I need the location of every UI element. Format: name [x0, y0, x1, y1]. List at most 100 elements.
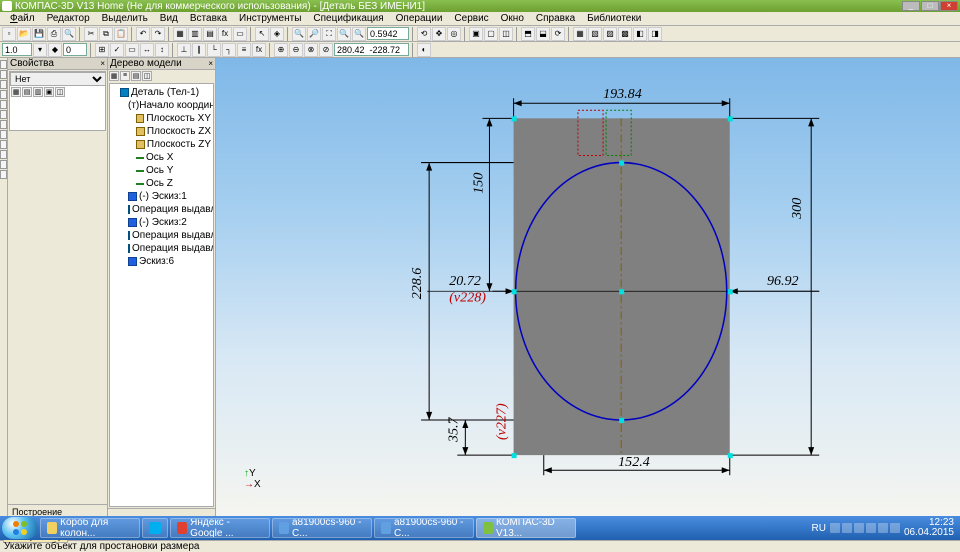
wire-icon[interactable]: ▢	[484, 27, 498, 41]
tb-c[interactable]: ▤	[203, 27, 217, 41]
tree-item-5[interactable]: Эскиз:6	[112, 255, 211, 268]
tray-icon-2[interactable]	[842, 523, 852, 533]
zoom-in-icon[interactable]: 🔍	[292, 27, 306, 41]
menu-service[interactable]: Сервис	[448, 13, 494, 24]
paste-icon[interactable]: 📋	[114, 27, 128, 41]
tray-icon-3[interactable]	[854, 523, 864, 533]
tree-axis-x[interactable]: Ось X	[112, 151, 211, 164]
tb-l[interactable]: ▩	[618, 27, 632, 41]
lang-indicator[interactable]: RU	[811, 523, 825, 534]
preview-icon[interactable]: 🔍	[62, 27, 76, 41]
vtool-2[interactable]	[0, 70, 7, 79]
zoom-out-icon[interactable]: 🔎	[307, 27, 321, 41]
tb-g[interactable]: ⬒	[521, 27, 535, 41]
redo-icon[interactable]: ↷	[151, 27, 165, 41]
tb2-k[interactable]: ┐	[222, 43, 236, 57]
tree-tb-4[interactable]: ◫	[142, 71, 152, 81]
tb-n[interactable]: ◨	[648, 27, 662, 41]
task-kompas[interactable]: КОМПАС-3D V13...	[476, 518, 576, 538]
menu-tools[interactable]: Инструменты	[233, 13, 307, 24]
tb2-c[interactable]: ⊞	[95, 43, 109, 57]
pan-icon[interactable]: ✥	[432, 27, 446, 41]
tb2-q[interactable]: ⊘	[319, 43, 333, 57]
tree-close-icon[interactable]: ×	[208, 59, 213, 68]
tree-item-2[interactable]: (-) Эскиз:2	[112, 216, 211, 229]
tb2-b[interactable]: ◆	[48, 43, 62, 57]
cut-icon[interactable]: ✂	[84, 27, 98, 41]
vtool-10[interactable]	[0, 150, 7, 159]
vtool-12[interactable]	[0, 170, 7, 179]
tb2-m[interactable]: fx	[252, 43, 266, 57]
copy-icon[interactable]: ⧉	[99, 27, 113, 41]
prop-icon-5[interactable]: ◫	[55, 87, 65, 97]
tb2-l[interactable]: ≡	[237, 43, 251, 57]
tb-f[interactable]: ◈	[270, 27, 284, 41]
tb2-e[interactable]: ▭	[125, 43, 139, 57]
task-chrome[interactable]: Яндекс - Google ...	[170, 518, 270, 538]
tree-item-0[interactable]: (-) Эскиз:1	[112, 190, 211, 203]
prop-icon-1[interactable]: ▦	[11, 87, 21, 97]
print-icon[interactable]: ⎙	[47, 27, 61, 41]
zoom-icon[interactable]: 🔍	[337, 27, 351, 41]
task-img1[interactable]: а81900сs-960 - С...	[272, 518, 372, 538]
tb-a[interactable]: ▦	[173, 27, 187, 41]
tb2-a[interactable]: ▾	[33, 43, 47, 57]
tree-origin[interactable]: (т)Начало координат	[112, 99, 211, 112]
tray-icon-1[interactable]	[830, 523, 840, 533]
vtool-3[interactable]	[0, 80, 7, 89]
task-explorer[interactable]: Короб для колон...	[40, 518, 140, 538]
maximize-button[interactable]: □	[921, 1, 939, 11]
save-icon[interactable]: 💾	[32, 27, 46, 41]
tree-root[interactable]: Деталь (Тел-1)	[112, 86, 211, 99]
tree-tb-3[interactable]: ▤	[131, 71, 141, 81]
menu-edit[interactable]: Редактор	[41, 13, 96, 24]
vtool-7[interactable]	[0, 120, 7, 129]
coord-input[interactable]	[334, 43, 409, 56]
persp-icon[interactable]: ◫	[499, 27, 513, 41]
menu-insert[interactable]: Вставка	[184, 13, 233, 24]
close-button[interactable]: ×	[940, 1, 958, 11]
tb-e[interactable]: ▭	[233, 27, 247, 41]
prop-icon-4[interactable]: ▣	[44, 87, 54, 97]
tb-d[interactable]: fx	[218, 27, 232, 41]
tb2-g[interactable]: ↕	[155, 43, 169, 57]
menu-ops[interactable]: Операции	[390, 13, 449, 24]
properties-close-icon[interactable]: ×	[100, 59, 105, 68]
menu-file[interactable]: Файл	[4, 13, 41, 24]
tray-icon-5[interactable]	[878, 523, 888, 533]
shade-icon[interactable]: ▣	[469, 27, 483, 41]
menu-help[interactable]: Справка	[530, 13, 581, 24]
tree-tb-1[interactable]: ▦	[109, 71, 119, 81]
zoom-icon2[interactable]: 🔍	[352, 27, 366, 41]
tb2-i[interactable]: ∥	[192, 43, 206, 57]
tray-icon-4[interactable]	[866, 523, 876, 533]
viewport[interactable]: 193.84 300 228.6	[216, 58, 960, 518]
prop-icon-2[interactable]: ▤	[22, 87, 32, 97]
tb2-f[interactable]: ↔	[140, 43, 154, 57]
tb2-o[interactable]: ⊖	[289, 43, 303, 57]
task-skype[interactable]	[142, 518, 168, 538]
prop-select[interactable]: Нет	[10, 72, 106, 86]
step-input[interactable]	[63, 43, 87, 56]
open-icon[interactable]: 📂	[17, 27, 31, 41]
tb-m[interactable]: ◧	[633, 27, 647, 41]
menu-window[interactable]: Окно	[495, 13, 530, 24]
tree-plane-zy[interactable]: Плоскость ZY	[112, 138, 211, 151]
tb2-h[interactable]: ⊥	[177, 43, 191, 57]
menu-libs[interactable]: Библиотеки	[581, 13, 647, 24]
minimize-button[interactable]: _	[902, 1, 920, 11]
tree-item-1[interactable]: Операция выдавливания:1	[112, 203, 211, 216]
tb-j[interactable]: ▧	[588, 27, 602, 41]
tb-i[interactable]: ▦	[573, 27, 587, 41]
clock[interactable]: 12:2306.04.2015	[904, 518, 954, 538]
tree-tb-2[interactable]: ≡	[120, 71, 130, 81]
menu-spec[interactable]: Спецификация	[307, 13, 389, 24]
zoom-fit-icon[interactable]: ⛶	[322, 27, 336, 41]
tb-h[interactable]: ⬓	[536, 27, 550, 41]
tb2-p[interactable]: ⊗	[304, 43, 318, 57]
refresh-icon[interactable]: ⟳	[551, 27, 565, 41]
vtool-6[interactable]	[0, 110, 7, 119]
vtool-1[interactable]	[0, 60, 7, 69]
tb2-r[interactable]: ◐	[417, 43, 431, 57]
cursor-icon[interactable]: ↖	[255, 27, 269, 41]
